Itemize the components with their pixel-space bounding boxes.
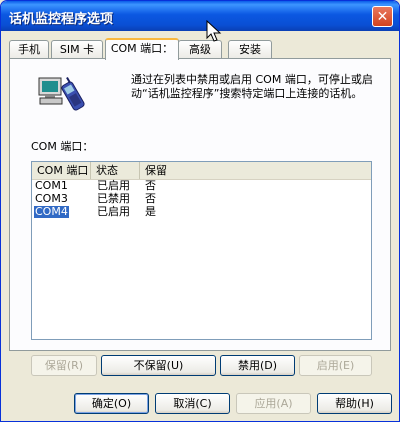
list-row-selected[interactable]: COM4 已启用 是 [32, 206, 371, 218]
help-button[interactable]: 帮助(H) [317, 393, 392, 414]
cell-port: COM1 [35, 179, 68, 192]
unreserve-button[interactable]: 不保留(U) [101, 355, 216, 376]
cell-status: 已禁用 [97, 192, 130, 205]
mouse-pointer-icon [206, 20, 222, 42]
title-bar[interactable]: 话机监控程序选项 ✕ [1, 1, 399, 31]
cell-status: 已启用 [97, 205, 130, 218]
phone-computer-icon [38, 77, 85, 111]
column-header-com-port[interactable]: COM 端口 [32, 162, 91, 179]
cell-port: COM3 [35, 192, 68, 205]
ok-button[interactable]: 确定(O) [74, 393, 149, 414]
disable-button[interactable]: 禁用(D) [220, 355, 295, 376]
tab-install[interactable]: 安装 [228, 40, 272, 58]
cancel-button[interactable]: 取消(C) [155, 393, 230, 414]
cell-port: COM4 [34, 205, 69, 218]
list-header: COM 端口 状态 保留 [32, 162, 371, 180]
column-header-status[interactable]: 状态 [91, 162, 140, 179]
column-header-reserved[interactable]: 保留 [140, 162, 371, 179]
window-title: 话机监控程序选项 [9, 12, 114, 27]
enable-button[interactable]: 启用(E) [299, 355, 372, 376]
description-text: 通过在列表中禁用或启用 COM 端口，可停止或启动“话机监控程序”搜索特定端口上… [131, 73, 373, 100]
tab-sim-card[interactable]: SIM 卡 [51, 40, 103, 58]
cell-reserved: 是 [145, 205, 156, 218]
com-port-section-label: COM 端口： [31, 140, 94, 153]
tab-com-port[interactable]: COM 端口： [105, 38, 179, 60]
list-row[interactable]: COM3 已禁用 否 [32, 193, 371, 205]
apply-button[interactable]: 应用(A) [236, 393, 311, 414]
options-dialog: 话机监控程序选项 ✕ 手机 SIM 卡 COM 端口： 高级 安装 通过在列表中… [0, 0, 400, 422]
com-port-list[interactable]: COM 端口 状态 保留 COM1 已启用 否 COM3 已禁用 否 COM4 … [31, 161, 372, 340]
tab-phone[interactable]: 手机 [9, 40, 49, 58]
reserve-button[interactable]: 保留(R) [31, 355, 97, 376]
cell-reserved: 否 [145, 192, 156, 205]
close-button[interactable]: ✕ [372, 6, 393, 27]
cell-status: 已启用 [97, 179, 130, 192]
list-row[interactable]: COM1 已启用 否 [32, 180, 371, 192]
cell-reserved: 否 [145, 179, 156, 192]
